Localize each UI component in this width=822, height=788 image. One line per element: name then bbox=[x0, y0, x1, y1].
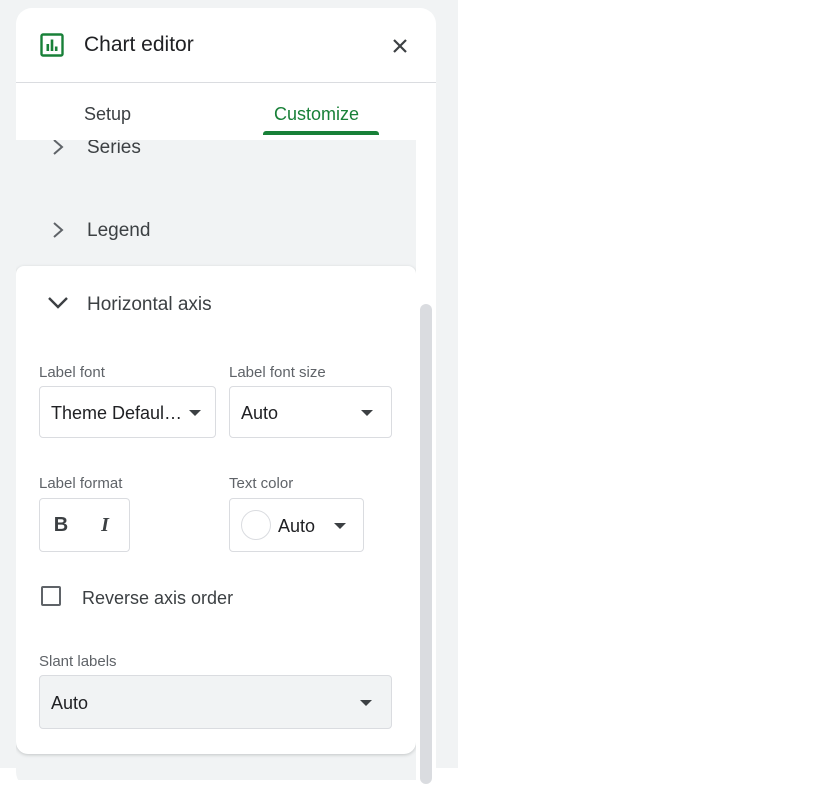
scrollbar[interactable] bbox=[420, 304, 432, 784]
label-format-label: Label format bbox=[39, 475, 123, 492]
caret-down-icon bbox=[360, 700, 372, 706]
text-color-label: Text color bbox=[229, 475, 294, 492]
section-horizontal-axis-label: Horizontal axis bbox=[87, 294, 212, 315]
label-font-size-dropdown[interactable]: Auto bbox=[229, 386, 392, 438]
label-font-label: Label font bbox=[39, 364, 105, 381]
slant-labels-dropdown[interactable]: Auto bbox=[39, 675, 392, 729]
editor-title: Chart editor bbox=[84, 33, 194, 56]
label-font-size-label: Label font size bbox=[229, 364, 326, 381]
section-horizontal-axis[interactable]: Horizontal axis bbox=[16, 266, 416, 342]
text-color-dropdown[interactable]: Auto bbox=[229, 498, 364, 552]
caret-down-icon bbox=[334, 523, 346, 529]
editor-tabs: Setup Customize bbox=[16, 83, 436, 139]
chevron-right-icon bbox=[48, 218, 68, 242]
color-swatch bbox=[241, 510, 271, 540]
label-font-size-value: Auto bbox=[241, 403, 279, 423]
horizontal-axis-card: Horizontal axis Label font Theme Defaul…… bbox=[16, 266, 416, 754]
chevron-right-icon bbox=[48, 140, 68, 159]
section-series[interactable]: Series bbox=[16, 140, 416, 177]
reverse-axis-order-checkbox[interactable] bbox=[41, 586, 61, 606]
editor-header: Chart editor bbox=[16, 8, 436, 83]
close-icon[interactable] bbox=[386, 32, 414, 60]
label-format-group: B I bbox=[39, 498, 130, 552]
caret-down-icon bbox=[361, 410, 373, 416]
label-font-value: Theme Defaul… bbox=[51, 403, 183, 423]
chart-icon bbox=[40, 33, 64, 57]
slant-labels-value: Auto bbox=[51, 693, 89, 713]
section-series-label: Series bbox=[87, 140, 141, 158]
active-tab-indicator bbox=[263, 131, 379, 135]
chart-editor-panel: Chart editor Setup Customize Series Lege… bbox=[16, 8, 436, 788]
text-color-value: Auto bbox=[278, 516, 316, 536]
italic-button[interactable]: I bbox=[88, 508, 122, 542]
tab-setup[interactable]: Setup bbox=[84, 103, 131, 125]
section-legend-label: Legend bbox=[87, 220, 151, 241]
bold-button[interactable]: B bbox=[44, 508, 78, 542]
chevron-down-icon bbox=[46, 294, 70, 312]
section-legend[interactable]: Legend bbox=[16, 200, 416, 260]
tab-customize[interactable]: Customize bbox=[274, 103, 359, 125]
slant-labels-label: Slant labels bbox=[39, 653, 117, 670]
caret-down-icon bbox=[189, 410, 201, 416]
customize-scroll-area: Series Legend Horizontal axis Label font… bbox=[16, 140, 416, 780]
label-font-dropdown[interactable]: Theme Defaul… bbox=[39, 386, 216, 438]
reverse-axis-order-label[interactable]: Reverse axis order bbox=[82, 587, 233, 609]
